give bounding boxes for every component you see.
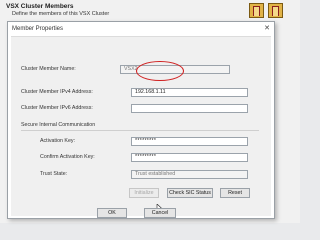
close-icon[interactable]: ✕ xyxy=(264,25,270,32)
trust-state-field: Trust established xyxy=(131,170,248,179)
cluster-member-icon xyxy=(268,3,283,18)
highlight-circle xyxy=(136,61,184,81)
dialog-titlebar: Member Properties ✕ xyxy=(8,22,274,35)
trust-state-label: Trust State: xyxy=(40,171,68,177)
ipv6-field[interactable] xyxy=(131,104,248,113)
group-divider xyxy=(21,130,259,131)
ipv4-field[interactable]: 192.168.1.11 xyxy=(131,88,248,97)
ipv4-label: Cluster Member IPv4 Address: xyxy=(21,89,93,95)
activation-key-label: Activation Key: xyxy=(40,138,76,144)
cancel-button[interactable]: Cancel xyxy=(144,208,176,218)
check-sic-status-button[interactable]: Check SIC Status xyxy=(167,188,213,198)
ipv6-label: Cluster Member IPv6 Address: xyxy=(21,105,93,111)
ok-button[interactable]: OK xyxy=(97,208,127,218)
sic-group-title: Secure Internal Communication xyxy=(21,122,96,128)
wizard-title: VSX Cluster Members xyxy=(6,3,74,10)
confirm-key-label: Confirm Activation Key: xyxy=(40,154,95,160)
reset-button[interactable]: Reset xyxy=(220,188,250,198)
screen: VSX Cluster Members Define the members o… xyxy=(0,0,300,223)
confirm-key-field[interactable]: ********* xyxy=(131,153,248,162)
dialog-body: Cluster Member Name: VSX2 Cluster Member… xyxy=(11,36,271,218)
wizard-icons xyxy=(249,3,283,18)
wizard-subtitle: Define the members of this VSX Cluster xyxy=(12,11,110,17)
initialize-button[interactable]: Initialize xyxy=(129,188,159,198)
member-properties-dialog: Member Properties ✕ Cluster Member Name:… xyxy=(7,21,275,219)
activation-key-field[interactable]: ********* xyxy=(131,137,248,146)
cluster-member-icon xyxy=(249,3,264,18)
dialog-title: Member Properties xyxy=(12,25,64,32)
member-name-label: Cluster Member Name: xyxy=(21,66,76,72)
